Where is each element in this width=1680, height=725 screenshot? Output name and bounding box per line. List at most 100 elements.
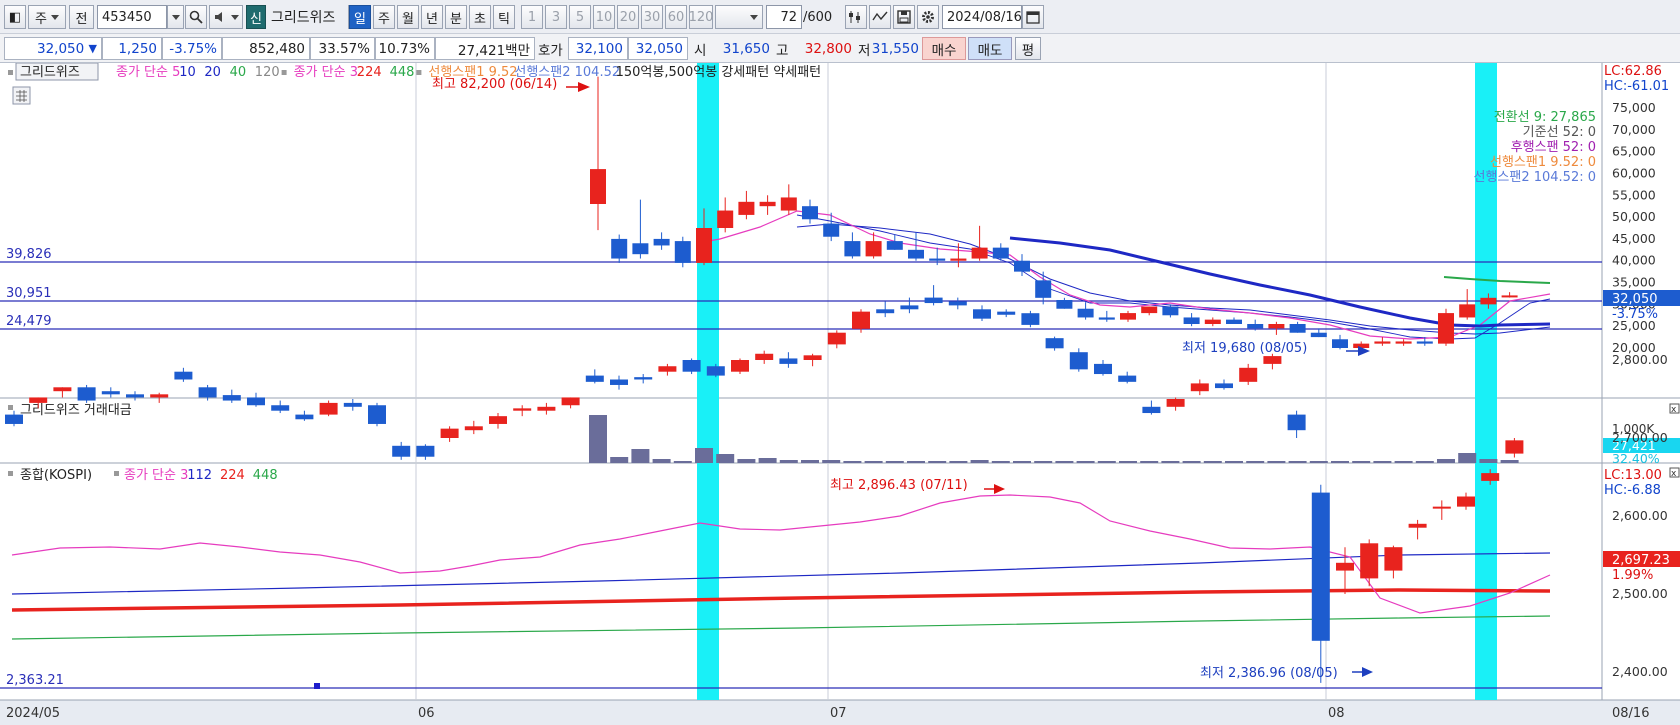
sell-button[interactable]: 매도 xyxy=(968,37,1012,60)
kospi-candle-body xyxy=(803,355,822,360)
new-badge: 신 xyxy=(246,5,266,29)
volume-bar xyxy=(1309,461,1328,463)
gear-icon[interactable] xyxy=(917,5,939,29)
candle-body xyxy=(1395,341,1412,344)
legend-item[interactable]: 120 xyxy=(255,65,280,80)
legend-item[interactable]: 선행스팬2 104.52 xyxy=(514,64,620,80)
save-icon[interactable] xyxy=(893,5,915,29)
period-tick[interactable]: 틱 xyxy=(493,5,515,29)
candle-body xyxy=(844,241,861,257)
interval-1[interactable]: 1 xyxy=(521,5,543,29)
legend-item[interactable]: 선행스팬1 9.52 xyxy=(428,64,517,80)
x-right-label: 08/16 xyxy=(1612,706,1649,721)
kospi-candle-body xyxy=(222,395,241,401)
interval-10[interactable]: 10 xyxy=(593,5,615,29)
volume-bar xyxy=(631,449,650,463)
search-icon[interactable] xyxy=(185,5,207,29)
code-dropdown[interactable] xyxy=(167,5,184,29)
volume-bar xyxy=(1203,461,1222,463)
grid-table-icon[interactable] xyxy=(12,86,31,105)
market-select[interactable]: 주 xyxy=(28,5,66,29)
volume-bar xyxy=(822,460,841,463)
buy-button[interactable]: 매수 xyxy=(922,37,966,60)
volume-bar xyxy=(843,461,862,463)
price-value: 32,050 xyxy=(36,40,85,57)
toolbar-main: ◧ 주 전 453450 신 그리드위즈 일 주 월 년 분 초 틱 1 3 5… xyxy=(0,0,1680,34)
open-value: 31,650 xyxy=(722,40,770,57)
window-menu-icon[interactable]: ◧ xyxy=(4,5,26,29)
stock-code-input[interactable]: 453450 xyxy=(97,5,167,29)
speaker-icon[interactable] xyxy=(209,5,243,29)
legend-item[interactable]: 224 xyxy=(220,468,245,483)
interval-custom-select[interactable] xyxy=(715,5,763,29)
kospi-candle-body xyxy=(1166,399,1185,407)
candle-body xyxy=(1077,308,1094,318)
volume-bar xyxy=(1119,461,1137,463)
legend-item[interactable]: 20 xyxy=(204,65,221,80)
period-minute[interactable]: 분 xyxy=(445,5,467,29)
candle-body xyxy=(865,241,882,257)
tool-select-icon[interactable] xyxy=(845,5,867,29)
legend-item[interactable]: 10 xyxy=(179,65,196,80)
kospi-candle-body xyxy=(271,405,290,411)
candle-body xyxy=(1014,260,1030,272)
volume-bar xyxy=(779,460,798,463)
period-second[interactable]: 초 xyxy=(469,5,491,29)
period-day[interactable]: 일 xyxy=(349,5,371,29)
volume-bar xyxy=(1076,461,1095,463)
kospi-candle-body xyxy=(585,375,604,382)
kospi-y-tick: 2,700.00 xyxy=(1612,430,1668,445)
candle-body xyxy=(1268,324,1285,329)
kospi-candle-body xyxy=(1045,338,1064,349)
period-month[interactable]: 월 xyxy=(397,5,419,29)
volume-bar xyxy=(1288,461,1307,463)
interval-120[interactable]: 120 xyxy=(689,5,713,29)
legend-item[interactable]: 112 xyxy=(187,468,212,483)
volume-bar xyxy=(1352,461,1371,463)
kospi-candle-body xyxy=(295,414,314,420)
kospi-high-annotation: 최고 2,896.43 (07/11) xyxy=(830,478,968,493)
interval-5[interactable]: 5 xyxy=(569,5,591,29)
count-input[interactable]: 72 xyxy=(766,5,802,29)
volume-bar xyxy=(1415,461,1434,463)
prev-button[interactable]: 전 xyxy=(69,5,94,29)
date-input[interactable]: 2024/08/16 xyxy=(942,5,1022,29)
volume-bar xyxy=(1458,453,1477,463)
legend-item[interactable]: 종가 단순 3 xyxy=(294,65,358,80)
legend-item[interactable]: 448 xyxy=(253,468,278,483)
chart-area[interactable]: 39,826 30,951 24,479 최고 82,200 (06/14) 최… xyxy=(0,62,1680,725)
interval-60[interactable]: 60 xyxy=(665,5,687,29)
interval-30[interactable]: 30 xyxy=(641,5,663,29)
price-y-tick: 55,000 xyxy=(1612,187,1656,202)
volume-bar xyxy=(1182,461,1201,463)
period-year[interactable]: 년 xyxy=(421,5,443,29)
interval-20[interactable]: 20 xyxy=(617,5,639,29)
candle-body xyxy=(908,249,924,259)
candle-body xyxy=(1141,306,1158,314)
interval-3[interactable]: 3 xyxy=(545,5,567,29)
price-y-tick: 45,000 xyxy=(1612,231,1656,246)
period-week[interactable]: 주 xyxy=(373,5,395,29)
kospi-candle-body xyxy=(827,332,846,345)
kospi-candle-body xyxy=(1215,383,1233,389)
eval-button[interactable]: 평 xyxy=(1015,37,1041,60)
kospi-candle-body xyxy=(1190,383,1209,392)
low-annotation: 최저 19,680 (08/05) xyxy=(1182,341,1307,356)
volume-bar xyxy=(1097,461,1116,463)
legend-item[interactable]: 448 xyxy=(390,65,415,80)
crosshair-tool-icon[interactable] xyxy=(869,5,891,29)
legend-item[interactable]: 150억봉,500억봉 강세패턴 약세패턴 xyxy=(616,65,822,80)
change-value: 1,250 xyxy=(102,37,162,60)
hline-label: 39,826 xyxy=(6,247,52,262)
legend-item[interactable]: 224 xyxy=(357,65,382,80)
hline-label: 30,951 xyxy=(6,286,52,301)
candle-body xyxy=(1120,313,1136,320)
calendar-icon[interactable] xyxy=(1022,5,1044,29)
legend-item[interactable]: 종가 단순 5 xyxy=(116,65,180,80)
candle-body xyxy=(992,247,1009,259)
hc-label: HC:-61.01 xyxy=(1604,79,1669,94)
legend-item[interactable]: 종가 단순 3 xyxy=(124,468,188,483)
kospi-candle-body xyxy=(416,445,435,457)
candle-body xyxy=(971,247,988,259)
legend-item[interactable]: 40 xyxy=(230,65,247,80)
